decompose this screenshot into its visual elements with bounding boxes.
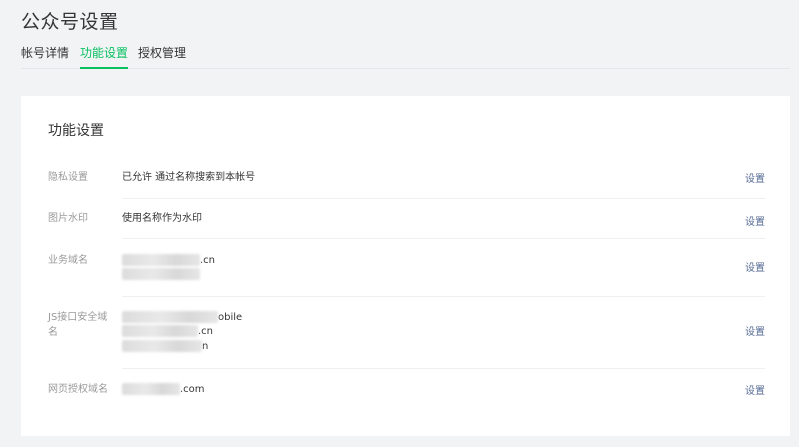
privacy-settings-button[interactable]: 设置 [745, 170, 765, 185]
watermark-value: 使用名称作为水印 [122, 213, 202, 224]
js-secure-domain-line1-suffix: obile [218, 312, 243, 323]
js-secure-domain-label: JS接口安全域 名 [48, 310, 112, 340]
row-divider [122, 198, 765, 199]
web-auth-domain-suffix: .com [180, 384, 205, 395]
watermark-row: 图片水印 使用名称作为水印 设置 [48, 211, 765, 231]
business-domain-value: .cn [122, 253, 242, 285]
web-auth-domain-label: 网页授权域名 [48, 384, 108, 395]
row-divider [122, 368, 765, 369]
tab-feature-settings[interactable]: 功能设置 [80, 44, 129, 69]
business-domain-row: 业务域名 .cn 设置 [48, 253, 765, 293]
privacy-settings-label: 隐私设置 [48, 172, 88, 183]
js-secure-domain-row: JS接口安全域 名 obile .cn n 设置 [48, 310, 765, 366]
web-auth-domain-row: 网页授权域名 .com 设置 [48, 382, 765, 402]
tab-authorization-management[interactable]: 授权管理 [138, 44, 186, 68]
redacted-text [122, 325, 198, 337]
card-title: 功能设置 [48, 123, 104, 139]
js-secure-domain-label-line1: JS接口安全域 [48, 312, 108, 323]
feature-settings-card: 功能设置 隐私设置 已允许 通过名称搜索到本帐号 设置 图片水印 使用名称作为水… [21, 96, 790, 436]
js-secure-domain-settings-button[interactable]: 设置 [745, 323, 765, 338]
redacted-text [122, 383, 180, 395]
business-domain-label: 业务域名 [48, 255, 88, 266]
watermark-label: 图片水印 [48, 213, 88, 224]
js-secure-domain-line3-suffix: n [202, 341, 209, 352]
redacted-text [122, 311, 218, 323]
row-divider [122, 238, 765, 239]
redacted-text [122, 254, 200, 266]
js-secure-domain-line2-suffix: .cn [198, 326, 214, 337]
redacted-text [122, 340, 202, 352]
row-divider [122, 296, 765, 297]
web-auth-domain-value: .com [122, 382, 242, 398]
business-domain-suffix: .cn [200, 255, 216, 266]
watermark-settings-button[interactable]: 设置 [745, 213, 765, 228]
privacy-settings-row: 隐私设置 已允许 通过名称搜索到本帐号 设置 [48, 170, 765, 190]
privacy-settings-value: 已允许 通过名称搜索到本帐号 [122, 172, 256, 183]
tab-account-details[interactable]: 帐号详情 [21, 44, 69, 68]
page-title: 公众号设置 [21, 11, 119, 33]
redacted-text [122, 268, 200, 280]
js-secure-domain-value: obile .cn n [122, 310, 252, 360]
business-domain-settings-button[interactable]: 设置 [745, 259, 765, 274]
web-auth-domain-settings-button[interactable]: 设置 [745, 382, 765, 397]
tab-bar: 帐号详情 功能设置 授权管理 [21, 44, 790, 69]
js-secure-domain-label-line2: 名 [48, 327, 58, 338]
